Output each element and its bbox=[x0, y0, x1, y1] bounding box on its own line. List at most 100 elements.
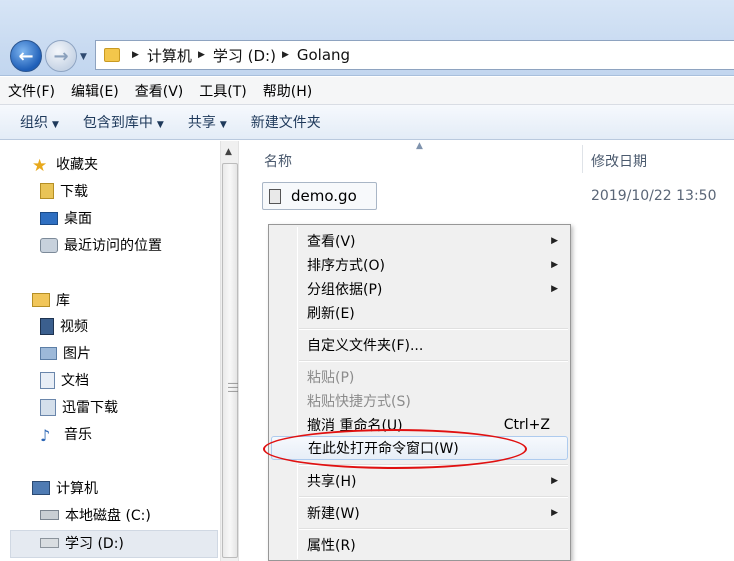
folder-icon bbox=[104, 48, 120, 62]
nav-label: 桌面 bbox=[64, 211, 92, 227]
submenu-arrow-icon: ▶ bbox=[551, 284, 558, 294]
breadcrumb-computer[interactable]: 计算机 bbox=[147, 45, 192, 66]
menu-item-label: 在此处打开命令窗口(W) bbox=[308, 441, 459, 457]
nav-label: 计算机 bbox=[56, 481, 98, 497]
nav-label: 迅雷下载 bbox=[62, 400, 118, 416]
scroll-thumb[interactable]: ― ― ― bbox=[222, 163, 238, 558]
menu-item-undo-rename[interactable]: 撤消 重命名(U) Ctrl+Z bbox=[271, 413, 568, 437]
breadcrumb-drive-d[interactable]: 学习 (D:) bbox=[213, 45, 276, 66]
sort-ascending-icon: ▲ bbox=[416, 141, 423, 151]
menu-item-customize-folder[interactable]: 自定义文件夹(F)... bbox=[271, 333, 568, 357]
include-label: 包含到库中 bbox=[82, 115, 153, 131]
nav-label: 本地磁盘 (C:) bbox=[65, 508, 151, 524]
menu-file[interactable]: 文件(F) bbox=[8, 81, 55, 101]
nav-label: 图片 bbox=[63, 346, 91, 362]
menu-edit[interactable]: 编辑(E) bbox=[71, 81, 119, 101]
share-button[interactable]: 共享 ▼ bbox=[188, 112, 227, 132]
chevron-right-icon[interactable]: ▶ bbox=[282, 50, 289, 60]
menu-separator bbox=[299, 328, 568, 330]
nav-label: 学习 (D:) bbox=[65, 536, 124, 552]
nav-item-downloads[interactable]: 下载 bbox=[40, 179, 88, 203]
menu-item-label: 刷新(E) bbox=[307, 306, 355, 322]
command-toolbar: 组织 ▼ 包含到库中 ▼ 共享 ▼ 新建文件夹 bbox=[0, 105, 734, 140]
star-icon: ★ bbox=[32, 156, 48, 176]
forward-button[interactable]: → bbox=[45, 40, 77, 72]
menu-item-paste[interactable]: 粘贴(P) bbox=[271, 365, 568, 389]
menu-item-refresh[interactable]: 刷新(E) bbox=[271, 301, 568, 325]
nav-label: 视频 bbox=[60, 319, 88, 335]
breadcrumb-golang[interactable]: Golang bbox=[297, 46, 350, 64]
organize-label: 组织 bbox=[20, 115, 48, 131]
nav-item-favorites[interactable]: ★ 收藏夹 bbox=[32, 152, 98, 176]
nav-item-desktop[interactable]: 桌面 bbox=[40, 206, 92, 230]
library-icon bbox=[32, 293, 50, 307]
nav-item-music[interactable]: ♪ 音乐 bbox=[40, 422, 92, 446]
recent-places-icon bbox=[40, 237, 58, 253]
chevron-right-icon[interactable]: ▶ bbox=[198, 50, 205, 60]
menu-item-label: 查看(V) bbox=[307, 234, 356, 250]
back-arrow-icon: ← bbox=[18, 45, 34, 67]
column-header-date-modified[interactable]: 修改日期 bbox=[591, 151, 647, 171]
menu-item-open-command-window[interactable]: 在此处打开命令窗口(W) bbox=[271, 436, 568, 460]
drive-icon bbox=[40, 538, 59, 548]
menu-item-share[interactable]: 共享(H) ▶ bbox=[271, 469, 568, 493]
column-divider[interactable] bbox=[582, 145, 583, 173]
new-folder-button[interactable]: 新建文件夹 bbox=[251, 112, 321, 132]
navigation-pane: ★ 收藏夹 下载 桌面 最近访问的位置 库 视频 图片 文档 迅雷下载 ♪ 音乐… bbox=[0, 141, 220, 561]
nav-label: 下载 bbox=[60, 184, 88, 200]
menu-item-sort-by[interactable]: 排序方式(O) ▶ bbox=[271, 253, 568, 277]
menu-item-label: 撤消 重命名(U) bbox=[307, 418, 403, 434]
nav-item-pictures[interactable]: 图片 bbox=[40, 341, 91, 365]
menu-view[interactable]: 查看(V) bbox=[135, 81, 184, 101]
menu-item-label: 粘贴(P) bbox=[307, 370, 355, 386]
recent-pages-dropdown-icon[interactable]: ▼ bbox=[80, 52, 87, 62]
drive-icon bbox=[40, 510, 59, 520]
menu-tools[interactable]: 工具(T) bbox=[199, 81, 246, 101]
menu-item-view[interactable]: 查看(V) ▶ bbox=[271, 229, 568, 253]
address-bar[interactable]: ▶ 计算机 ▶ 学习 (D:) ▶ Golang bbox=[95, 40, 734, 70]
nav-item-videos[interactable]: 视频 bbox=[40, 314, 88, 338]
nav-item-documents[interactable]: 文档 bbox=[40, 368, 89, 392]
scroll-up-icon[interactable]: ▲ bbox=[225, 147, 232, 157]
file-row[interactable]: demo.go 2019/10/22 13:50 bbox=[262, 181, 732, 211]
nav-label: 最近访问的位置 bbox=[64, 238, 162, 254]
documents-icon bbox=[40, 371, 55, 389]
chevron-right-icon[interactable]: ▶ bbox=[132, 50, 139, 60]
menu-item-paste-shortcut[interactable]: 粘贴快捷方式(S) bbox=[271, 389, 568, 413]
nav-scrollbar[interactable]: ▲ ― ― ― bbox=[220, 141, 239, 561]
forward-arrow-icon: → bbox=[53, 45, 69, 67]
back-button[interactable]: ← bbox=[10, 40, 42, 72]
menu-separator bbox=[299, 360, 568, 362]
nav-label: 音乐 bbox=[64, 427, 92, 443]
file-item[interactable]: demo.go bbox=[262, 182, 377, 210]
nav-item-xunlei[interactable]: 迅雷下载 bbox=[40, 395, 118, 419]
downloads-folder-icon bbox=[40, 183, 54, 199]
menu-help[interactable]: 帮助(H) bbox=[263, 81, 312, 101]
submenu-arrow-icon: ▶ bbox=[551, 476, 558, 486]
organize-button[interactable]: 组织 ▼ bbox=[20, 112, 59, 132]
file-date-modified: 2019/10/22 13:50 bbox=[591, 188, 717, 204]
menu-item-new[interactable]: 新建(W) ▶ bbox=[271, 501, 568, 525]
column-header-name[interactable]: 名称 bbox=[264, 151, 292, 171]
menu-item-properties[interactable]: 属性(R) bbox=[271, 533, 568, 557]
desktop-icon bbox=[40, 211, 58, 225]
submenu-arrow-icon: ▶ bbox=[551, 260, 558, 270]
nav-item-study-disk-d[interactable]: 学习 (D:) bbox=[40, 531, 124, 555]
include-in-library-button[interactable]: 包含到库中 ▼ bbox=[83, 112, 164, 132]
menu-item-label: 新建(W) bbox=[307, 506, 360, 522]
computer-icon bbox=[32, 481, 50, 495]
nav-item-recent[interactable]: 最近访问的位置 bbox=[40, 233, 162, 257]
file-icon bbox=[269, 188, 281, 204]
menu-item-group-by[interactable]: 分组依据(P) ▶ bbox=[271, 277, 568, 301]
menu-item-shortcut: Ctrl+Z bbox=[503, 417, 550, 433]
download-library-icon bbox=[40, 398, 56, 416]
nav-item-libraries[interactable]: 库 bbox=[32, 288, 70, 312]
pictures-icon bbox=[40, 346, 57, 360]
grip-icon: ― ― ― bbox=[228, 378, 238, 397]
menu-separator bbox=[299, 464, 568, 466]
submenu-arrow-icon: ▶ bbox=[551, 508, 558, 518]
nav-label: 文档 bbox=[61, 373, 89, 389]
nav-item-computer[interactable]: 计算机 bbox=[32, 476, 98, 500]
nav-item-local-disk-c[interactable]: 本地磁盘 (C:) bbox=[40, 503, 151, 527]
title-area: ← → ▼ ▶ 计算机 ▶ 学习 (D:) ▶ Golang bbox=[0, 0, 734, 76]
